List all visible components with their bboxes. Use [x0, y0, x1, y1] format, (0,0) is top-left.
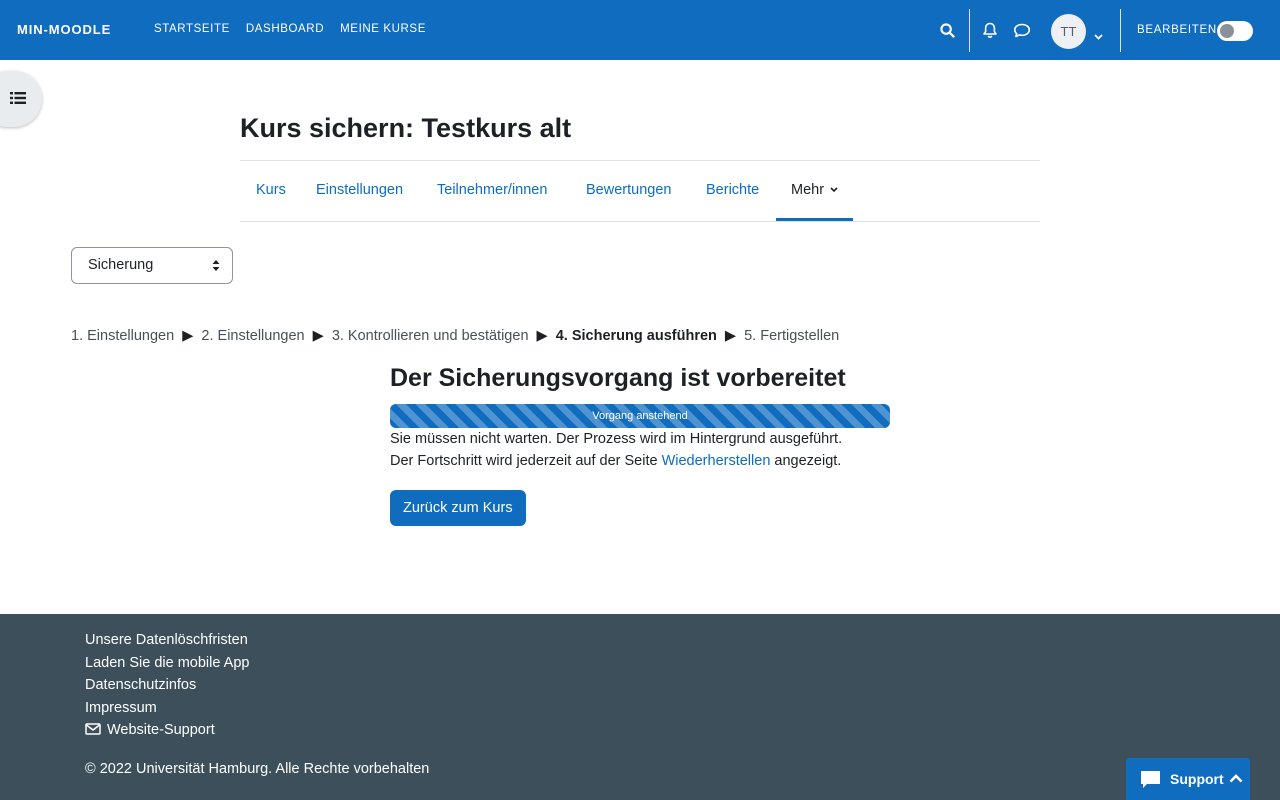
chevron-down-icon — [830, 187, 838, 193]
footer-link-website-support[interactable]: Website-Support — [85, 722, 215, 738]
page-footer: Unsere Datenlöschfristen Laden Sie die m… — [0, 614, 1280, 800]
info-text-suffix: angezeigt. — [770, 453, 842, 469]
footer-link-datenloeschfristen[interactable]: Unsere Datenlöschfristen — [85, 632, 248, 648]
support-widget-button[interactable]: Support — [1126, 758, 1250, 800]
course-index-toggle-button[interactable] — [0, 71, 42, 127]
support-label: Support — [1170, 771, 1224, 787]
step-arrow: ▶ — [312, 328, 324, 344]
tab-berichte[interactable]: Berichte — [706, 161, 759, 221]
info-text-line-1: Sie müssen nicht warten. Der Prozess wir… — [390, 431, 843, 447]
search-icon[interactable] — [940, 23, 955, 43]
step-3: 3. Kontrollieren und bestätigen — [331, 328, 529, 344]
avatar-initials: TT — [1060, 24, 1077, 39]
step-5: 5. Fertigstellen — [744, 328, 840, 344]
toggle-knob — [1220, 24, 1234, 38]
site-brand[interactable]: MIN-MOODLE — [17, 22, 111, 37]
chevron-up-icon — [1229, 774, 1243, 783]
sort-caret-icon — [212, 260, 220, 271]
nav-link-startseite[interactable]: STARTSEITE — [154, 23, 230, 35]
envelope-icon — [85, 723, 101, 735]
footer-link-datenschutz[interactable]: Datenschutzinfos — [85, 677, 196, 693]
navbar-divider — [969, 9, 970, 52]
tab-mehr-label: Mehr — [791, 182, 825, 198]
course-secondary-navigation: Kurs Einstellungen Teilnehmer/innen Bewe… — [240, 160, 1040, 222]
progress-label: Vorgang anstehend — [592, 410, 688, 422]
tab-mehr[interactable]: Mehr — [776, 161, 854, 221]
list-icon — [10, 92, 26, 104]
backup-status-heading: Der Sicherungsvorgang ist vorbereitet — [390, 364, 846, 392]
backup-steps: 1. Einstellungen ▶ 2. Einstellungen ▶ 3.… — [71, 328, 839, 344]
backup-action-select[interactable]: Sicherung — [71, 247, 233, 284]
chat-icon — [1141, 771, 1160, 788]
primary-navigation: STARTSEITE DASHBOARD MEINE KURSE — [154, 23, 426, 35]
bell-icon[interactable] — [982, 22, 998, 44]
backup-progress-bar: Vorgang anstehend — [390, 404, 890, 428]
info-text-line-2: Der Fortschritt wird jederzeit auf der S… — [390, 453, 841, 469]
website-support-label: Website-Support — [107, 722, 215, 738]
edit-mode-toggle[interactable] — [1217, 21, 1253, 41]
copyright-text: © 2022 Universität Hamburg. Alle Rechte … — [85, 761, 430, 777]
restore-link[interactable]: Wiederherstellen — [662, 453, 771, 469]
chevron-down-icon[interactable] — [1094, 27, 1103, 45]
tab-einstellungen[interactable]: Einstellungen — [316, 161, 403, 221]
step-1: 1. Einstellungen — [71, 328, 175, 344]
edit-mode-label: BEARBEITEN — [1137, 24, 1217, 36]
navbar-divider — [1120, 9, 1121, 52]
tab-teilnehmer[interactable]: Teilnehmer/innen — [437, 161, 547, 221]
step-arrow: ▶ — [182, 328, 194, 344]
footer-link-mobile-app[interactable]: Laden Sie die mobile App — [85, 655, 249, 671]
user-avatar[interactable]: TT — [1051, 14, 1086, 49]
page-title: Kurs sichern: Testkurs alt — [240, 113, 572, 143]
nav-link-dashboard[interactable]: DASHBOARD — [246, 23, 324, 35]
back-to-course-button[interactable]: Zurück zum Kurs — [390, 490, 526, 526]
tab-bewertungen[interactable]: Bewertungen — [586, 161, 671, 221]
step-arrow: ▶ — [536, 328, 548, 344]
step-2: 2. Einstellungen — [201, 328, 305, 344]
footer-link-impressum[interactable]: Impressum — [85, 700, 157, 716]
chat-bubble-icon[interactable] — [1013, 23, 1031, 43]
step-4-current: 4. Sicherung ausführen — [555, 328, 717, 344]
info-text-prefix: Der Fortschritt wird jederzeit auf der S… — [390, 453, 662, 469]
top-navbar: MIN-MOODLE STARTSEITE DASHBOARD MEINE KU… — [0, 0, 1280, 60]
tab-kurs[interactable]: Kurs — [256, 161, 286, 221]
nav-link-meine-kurse[interactable]: MEINE KURSE — [340, 23, 426, 35]
select-value: Sicherung — [88, 257, 154, 273]
step-arrow: ▶ — [724, 328, 737, 344]
